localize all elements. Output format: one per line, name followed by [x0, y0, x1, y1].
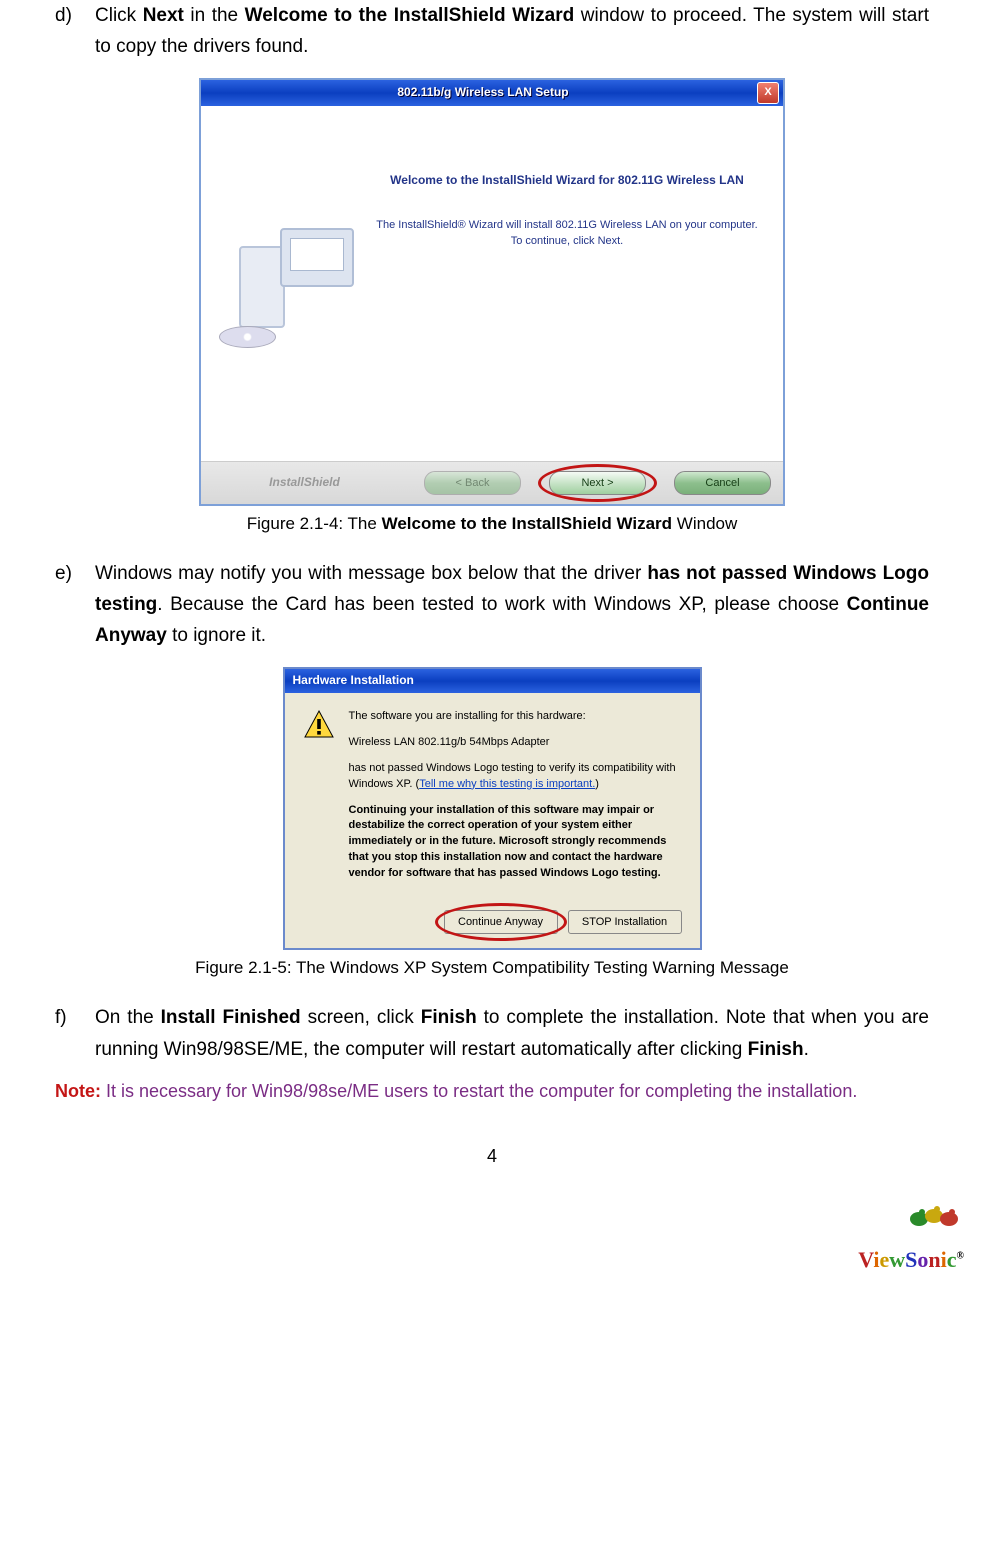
- note-line: Note: It is necessary for Win98/98se/ME …: [55, 1077, 929, 1107]
- installer-titlebar: 802.11b/g Wireless LAN Setup X: [201, 80, 783, 106]
- step-d-body: Click Next in the Welcome to the Install…: [95, 0, 929, 63]
- step-d: d) Click Next in the Welcome to the Inst…: [55, 0, 929, 63]
- installer-footer: InstallShield < Back Next > Cancel: [201, 461, 783, 504]
- why-testing-link[interactable]: Tell me why this testing is important.: [419, 778, 595, 790]
- hw-device: Wireless LAN 802.11g/b 54Mbps Adapter: [349, 735, 682, 751]
- note-label: Note:: [55, 1081, 101, 1101]
- installer-graphic: [201, 106, 376, 461]
- figure-1-caption: Figure 2.1-4: The Welcome to the Install…: [55, 510, 929, 538]
- step-e-marker: e): [55, 558, 95, 652]
- next-button[interactable]: Next >: [549, 471, 646, 495]
- pc-tower-icon: [239, 246, 285, 328]
- installer-heading: Welcome to the InstallShield Wizard for …: [376, 171, 758, 191]
- hardware-titlebar: Hardware Installation: [285, 669, 700, 693]
- warning-icon: [303, 709, 335, 741]
- cd-disc-icon: [219, 326, 276, 348]
- step-d-marker: d): [55, 0, 95, 63]
- figure-2: Hardware Installation The software you a…: [55, 667, 929, 982]
- installer-description: The InstallShield® Wizard will install 8…: [376, 218, 758, 249]
- hw-line1: The software you are installing for this…: [349, 709, 682, 725]
- footer-logo: ViewSonic®: [0, 1201, 984, 1271]
- stop-installation-button[interactable]: STOP Installation: [568, 910, 682, 934]
- installshield-logo: InstallShield: [213, 473, 396, 493]
- cancel-button[interactable]: Cancel: [674, 471, 771, 495]
- installer-title: 802.11b/g Wireless LAN Setup: [209, 83, 757, 103]
- birds-icon: [904, 1201, 964, 1241]
- step-e-body: Windows may notify you with message box …: [95, 558, 929, 652]
- note-body: It is necessary for Win98/98se/ME users …: [101, 1081, 857, 1101]
- hw-line2: has not passed Windows Logo testing to v…: [349, 761, 682, 793]
- close-icon[interactable]: X: [757, 82, 779, 104]
- hw-warning-bold: Continuing your installation of this sof…: [349, 803, 682, 883]
- back-button[interactable]: < Back: [424, 471, 521, 495]
- step-e: e) Windows may notify you with message b…: [55, 558, 929, 652]
- continue-anyway-button[interactable]: Continue Anyway: [444, 910, 558, 934]
- step-f: f) On the Install Finished screen, click…: [55, 1002, 929, 1065]
- figure-2-caption: Figure 2.1-5: The Windows XP System Comp…: [55, 954, 929, 982]
- hardware-dialog: Hardware Installation The software you a…: [283, 667, 702, 950]
- page-number: 4: [55, 1142, 929, 1172]
- installer-body: Welcome to the InstallShield Wizard for …: [201, 106, 783, 461]
- figure-1: 802.11b/g Wireless LAN Setup X Welcome t…: [55, 78, 929, 538]
- pc-monitor-icon: [280, 228, 354, 287]
- step-f-body: On the Install Finished screen, click Fi…: [95, 1002, 929, 1065]
- installer-window: 802.11b/g Wireless LAN Setup X Welcome t…: [199, 78, 785, 506]
- step-f-marker: f): [55, 1002, 95, 1065]
- viewsonic-logo-text: ViewSonic®: [858, 1242, 964, 1278]
